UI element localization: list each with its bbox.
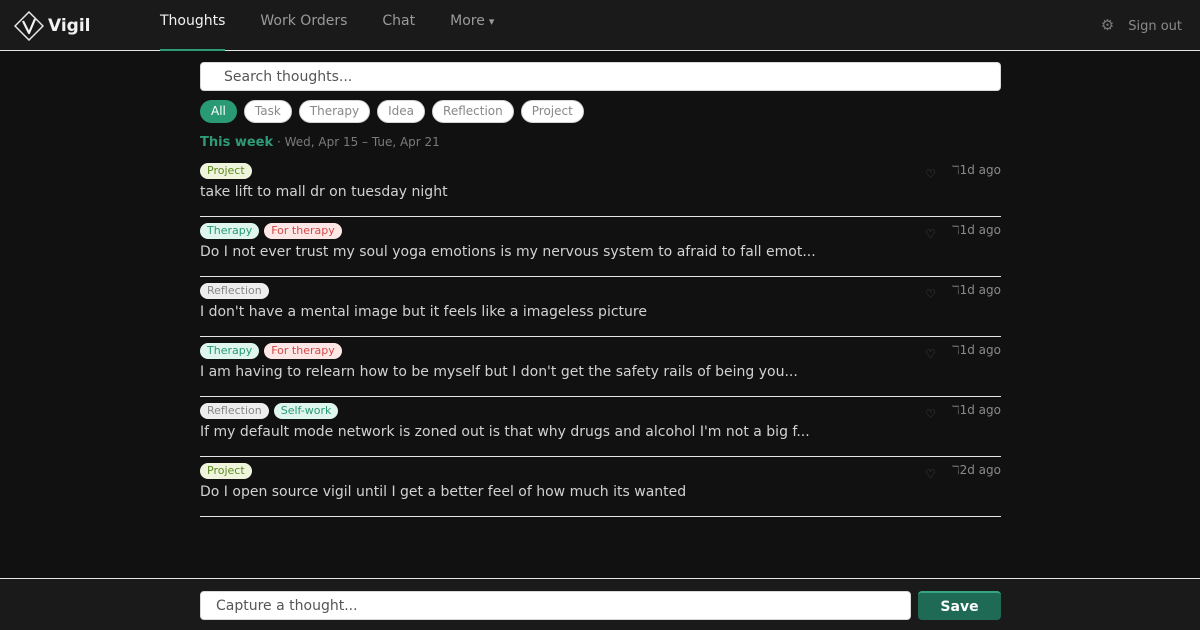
link-icon[interactable]: ℸ: [952, 223, 960, 237]
tab-more[interactable]: More ▾: [450, 0, 494, 50]
heart-icon[interactable]: ♡: [925, 347, 936, 361]
top-bar: Vigil Thoughts Work Orders Chat More ▾ ⚙…: [0, 0, 1200, 51]
tag-badge: Project: [200, 463, 252, 479]
header-actions: ⚙ Sign out: [1101, 16, 1182, 34]
tag-badge: Project: [200, 163, 252, 179]
capture-box: [200, 591, 911, 620]
capture-input[interactable]: [201, 597, 910, 614]
thought-tags: Therapy For therapy: [200, 223, 347, 239]
thought-meta: ♡ ℸ 1d ago: [925, 223, 1001, 241]
thought-meta: ♡ ℸ 2d ago: [925, 463, 1001, 481]
thought-text: Do I not ever trust my soul yoga emotion…: [200, 244, 816, 260]
timestamp: 1d ago: [959, 343, 1001, 357]
timestamp: 1d ago: [959, 163, 1001, 177]
filter-chip-reflection[interactable]: Reflection: [432, 100, 514, 123]
thought-row[interactable]: Therapy For therapy I am having to relearn…: [200, 337, 1001, 397]
timestamp: 1d ago: [959, 403, 1001, 417]
thought-tags: Therapy For therapy: [200, 343, 347, 359]
link-icon[interactable]: ℸ: [952, 403, 960, 417]
thought-row[interactable]: Therapy For therapy Do I not ever trust my…: [200, 217, 1001, 277]
heart-icon[interactable]: ♡: [925, 167, 936, 181]
heart-icon[interactable]: ♡: [925, 467, 936, 481]
tag-badge: Therapy: [200, 223, 260, 239]
thought-meta: ♡ ℸ 1d ago: [925, 403, 1001, 421]
composer-bar: Save: [0, 578, 1200, 630]
thought-row[interactable]: Reflection Self-work If my default mode ne…: [200, 397, 1001, 457]
gear-icon[interactable]: ⚙: [1101, 16, 1114, 34]
tag-badge: Reflection: [200, 283, 269, 299]
thought-text: I am having to relearn how to be myself …: [200, 364, 798, 380]
week-heading: This week · Wed, Apr 15 – Tue, Apr 21: [200, 135, 1001, 153]
vigil-logo-icon: [14, 11, 44, 41]
heart-icon[interactable]: ♡: [925, 287, 936, 301]
thought-text: If my default mode network is zoned out …: [200, 424, 810, 440]
week-label: This week: [200, 135, 274, 150]
thought-tags: Project: [200, 163, 257, 179]
heart-icon[interactable]: ♡: [925, 407, 936, 421]
brand[interactable]: Vigil: [14, 11, 91, 41]
thought-text: I don't have a mental image but it feels…: [200, 304, 647, 320]
filter-chips: All Task Therapy Idea Reflection Project: [200, 100, 1001, 123]
tab-thoughts[interactable]: Thoughts: [160, 0, 226, 51]
thought-row[interactable]: Reflection I don't have a mental image bu…: [200, 277, 1001, 337]
thought-meta: ♡ ℸ 1d ago: [925, 283, 1001, 301]
link-icon[interactable]: ℸ: [952, 163, 960, 177]
thought-row[interactable]: Project take lift to mall dr on tuesday n…: [200, 157, 1001, 217]
filter-chip-task[interactable]: Task: [243, 100, 292, 123]
tag-badge: Reflection: [200, 403, 269, 419]
week-range: · Wed, Apr 15 – Tue, Apr 21: [273, 135, 440, 149]
timestamp: 2d ago: [959, 463, 1001, 477]
tag-badge: For therapy: [264, 223, 342, 239]
filter-chip-all[interactable]: All: [200, 100, 237, 123]
filter-chip-therapy[interactable]: Therapy: [298, 100, 371, 123]
link-icon[interactable]: ℸ: [952, 463, 960, 477]
sign-out-link[interactable]: Sign out: [1128, 19, 1182, 34]
thought-tags: Reflection: [200, 283, 274, 299]
tag-badge: Self-work: [273, 403, 339, 419]
thought-text: Do I open source vigil until I get a bet…: [200, 484, 687, 500]
save-button[interactable]: Save: [918, 591, 1001, 620]
tab-work-orders[interactable]: Work Orders: [260, 0, 347, 50]
thought-meta: ♡ ℸ 1d ago: [925, 343, 1001, 361]
search-input[interactable]: [201, 68, 1000, 85]
tab-chat[interactable]: Chat: [382, 0, 415, 50]
thought-list: Project take lift to mall dr on tuesday n…: [200, 157, 1001, 517]
tag-badge: For therapy: [264, 343, 342, 359]
chevron-down-icon: ▾: [488, 15, 495, 28]
thought-meta: ♡ ℸ 1d ago: [925, 163, 1001, 181]
timestamp: 1d ago: [959, 283, 1001, 297]
thought-tags: Reflection Self-work: [200, 403, 343, 419]
tag-badge: Therapy: [200, 343, 260, 359]
filter-chip-idea[interactable]: Idea: [377, 100, 426, 123]
thought-tags: Project: [200, 463, 257, 479]
timestamp: 1d ago: [959, 223, 1001, 237]
thought-text: take lift to mall dr on tuesday night: [200, 184, 448, 200]
link-icon[interactable]: ℸ: [952, 343, 960, 357]
filter-chip-project[interactable]: Project: [520, 100, 584, 123]
app-name: Vigil: [48, 16, 91, 36]
search-box: [200, 62, 1001, 91]
link-icon[interactable]: ℸ: [952, 283, 960, 297]
thought-row[interactable]: Project Do I open source vigil until I ge…: [200, 457, 1001, 517]
main-nav: Thoughts Work Orders Chat More ▾: [160, 0, 529, 51]
heart-icon[interactable]: ♡: [925, 227, 936, 241]
tab-more-label: More: [450, 13, 485, 29]
thoughts-panel: All Task Therapy Idea Reflection Project This…: [200, 62, 1001, 517]
